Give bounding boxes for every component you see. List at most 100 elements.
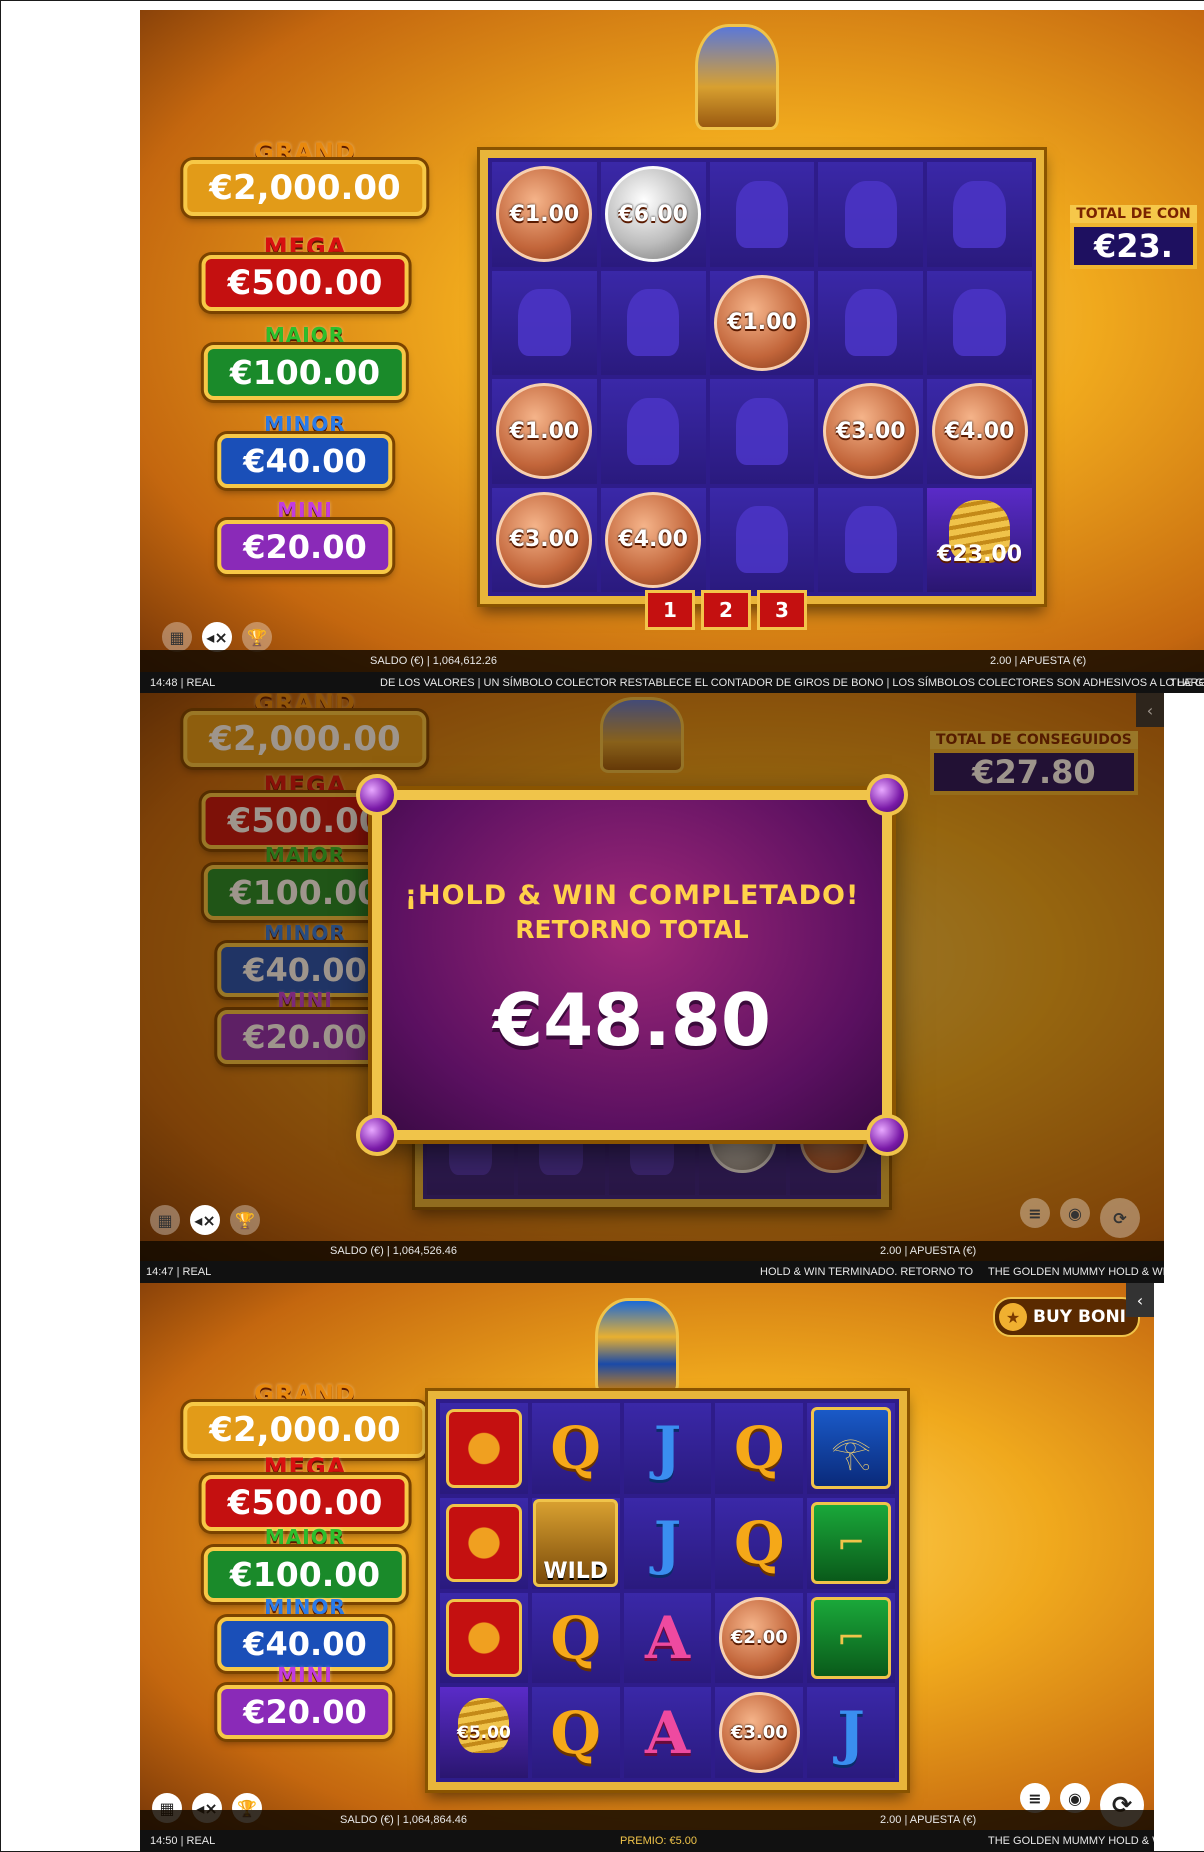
coin: €1.00	[713, 274, 811, 371]
star-icon: ★	[999, 1303, 1028, 1331]
empty-slot-icon	[844, 289, 897, 357]
grid-cell: €1.00	[492, 379, 597, 484]
ticker-text: DE LOS VALORES | UN SÍMBOLO COLECTOR RES…	[380, 676, 1204, 689]
game-name-text: THE GOLDEN MUMMY HOLD & WIN	[988, 1266, 1164, 1278]
autoplay-icon[interactable]: ◉	[1060, 1198, 1090, 1228]
jackpot-mega-amount: €500.00	[201, 255, 409, 311]
page-tab-3[interactable]: 3	[757, 590, 807, 630]
mummy-collector: €5.00	[440, 1687, 528, 1778]
status-bar: SALDO (€) | 1,064,612.26 2.00 | APUESTA …	[140, 650, 1204, 672]
spin-button[interactable]: ⟳	[1100, 1198, 1140, 1238]
jackpot-mega-amount: €500.00	[201, 1475, 409, 1531]
reel-cell	[440, 1497, 528, 1589]
coin: €3.00	[496, 491, 593, 588]
coin: €6.00	[605, 166, 702, 263]
ticker-bar: 14:48 | REAL DE LOS VALORES | UN SÍMBOLO…	[140, 672, 1204, 693]
reel-cell: Q	[531, 1687, 620, 1778]
jackpot-minor-label: MINOR	[264, 412, 346, 436]
jackpot-major-label: MAJOR	[264, 323, 346, 347]
balance-text: SALDO (€) | 1,064,864.46	[340, 1814, 467, 1826]
total-collected-value: €23.	[1070, 223, 1197, 269]
control-icons: ▦ ◂× 🏆	[150, 1205, 260, 1235]
symbol-q: Q	[550, 1414, 601, 1483]
symbol-j: J	[837, 1698, 865, 1767]
wild-symbol: WILD	[533, 1499, 619, 1587]
sound-icon[interactable]: ◂×	[202, 622, 232, 652]
symbol-j: J	[653, 1414, 682, 1483]
grid-cell	[927, 270, 1032, 375]
grid-cell: €6.00	[600, 162, 706, 267]
game-screen-2: GRAND €2,000.00 MEGA €500.00 MAJOR €100.…	[140, 693, 1164, 1283]
symbol-q: Q	[734, 1509, 785, 1578]
game-screen-1: GRAND €2,000.00 MEGA €500.00 MAJOR €100.…	[140, 10, 1204, 693]
reel-cell: Q	[715, 1497, 804, 1589]
turbo-icon[interactable]: ≡	[1020, 1198, 1050, 1228]
grid-cell	[709, 487, 815, 592]
jackpot-mini-amount: €20.00	[217, 1685, 393, 1739]
grid-cell: €23.00	[927, 487, 1032, 592]
empty-slot-icon	[735, 506, 789, 574]
grid-cell: €4.00	[600, 487, 706, 592]
popup-amount: €48.80	[493, 978, 771, 1062]
prize-text: PREMIO: €5.00	[620, 1835, 698, 1847]
page-tab-2[interactable]: 2	[701, 590, 751, 630]
reel-cell: J	[623, 1403, 712, 1494]
coin: €4.00	[605, 491, 702, 588]
trophy-icon[interactable]: 🏆	[230, 1205, 260, 1235]
eye-of-horus-icon: 𓂀	[811, 1407, 891, 1490]
message-text: HOLD & WIN TERMINADO. RETORNO TO	[760, 1266, 974, 1278]
status-bar: SALDO (€) | 1,064,526.46 2.00 | APUESTA …	[140, 1241, 1164, 1261]
sound-icon[interactable]: ◂×	[190, 1205, 220, 1235]
turbo-icon[interactable]: ≡	[1020, 1783, 1050, 1813]
mummy-value: €23.00	[937, 542, 1023, 568]
reel-cell: 𓂀	[807, 1403, 895, 1494]
game-screen-3: ★ BUY BONI ‹ GRAND €2,000.00 MEGA €500.0…	[140, 1283, 1154, 1852]
jackpot-mega: MEGA €500.00	[140, 233, 470, 321]
mummy-collector: €23.00	[927, 487, 1032, 592]
reel-cell: €3.00	[715, 1687, 804, 1778]
trophy-icon[interactable]: 🏆	[242, 622, 272, 652]
reel-cell: WILD	[531, 1497, 620, 1589]
page-selector: 1 2 3	[645, 590, 807, 630]
jackpot-minor-label: MINOR	[264, 1595, 346, 1619]
right-control-icons: ≡ ◉ ⟳	[1020, 1198, 1140, 1238]
jackpot-grand-amount: €2,000.00	[183, 160, 427, 216]
gem-icon	[866, 1114, 908, 1156]
menu-icon[interactable]: ▦	[162, 622, 192, 652]
page-tab-1[interactable]: 1	[645, 590, 695, 630]
symbol-q: Q	[550, 1698, 601, 1767]
empty-slot-icon	[626, 397, 680, 465]
hold-and-win-complete-popup: ¡HOLD & WIN COMPLETADO! RETORNO TOTAL €4…	[356, 774, 908, 1156]
grid-cell: €1.00	[492, 162, 597, 267]
side-panel-toggle[interactable]: ‹	[1126, 1283, 1154, 1317]
symbol-j: J	[653, 1509, 682, 1578]
jackpot-grand: GRAND €2,000.00	[140, 138, 470, 226]
bet-text: 2.00 | APUESTA (€)	[990, 655, 1087, 667]
reel-cell: €5.00	[440, 1687, 528, 1778]
autoplay-icon[interactable]: ◉	[1060, 1783, 1090, 1813]
coin: €4.00	[931, 383, 1028, 480]
jackpot-major-amount: €100.00	[203, 345, 407, 400]
symbol-a: A	[644, 1698, 690, 1767]
scarab-icon	[445, 1409, 523, 1488]
coin: €2.00	[718, 1597, 801, 1679]
grid-cell: €1.00	[709, 270, 815, 375]
menu-icon[interactable]: ▦	[150, 1205, 180, 1235]
pharaoh-figure-icon	[595, 1298, 679, 1394]
grid-cell	[492, 270, 597, 375]
buy-bonus-button[interactable]: ★ BUY BONI	[993, 1297, 1140, 1337]
frame-left-line	[0, 0, 1, 1852]
coin: €1.00	[496, 166, 593, 263]
mummy-figure-icon	[695, 24, 779, 130]
jackpot-mini-amount: €20.00	[217, 520, 393, 574]
reel-cell: Q	[531, 1403, 620, 1494]
reel-cell: Q	[531, 1592, 620, 1684]
scarab-icon	[445, 1598, 523, 1678]
grid-cell	[600, 379, 706, 484]
control-icons: ▦ ◂× 🏆	[162, 622, 272, 652]
time-text: 14:48 | REAL	[150, 676, 216, 689]
gem-icon	[356, 1114, 398, 1156]
jackpot-major-amount: €100.00	[203, 1547, 407, 1602]
message-bar: 14:50 | REAL PREMIO: €5.00 THE GOLDEN MU…	[140, 1830, 1154, 1852]
jackpot-mini-label: MINI	[277, 498, 333, 522]
